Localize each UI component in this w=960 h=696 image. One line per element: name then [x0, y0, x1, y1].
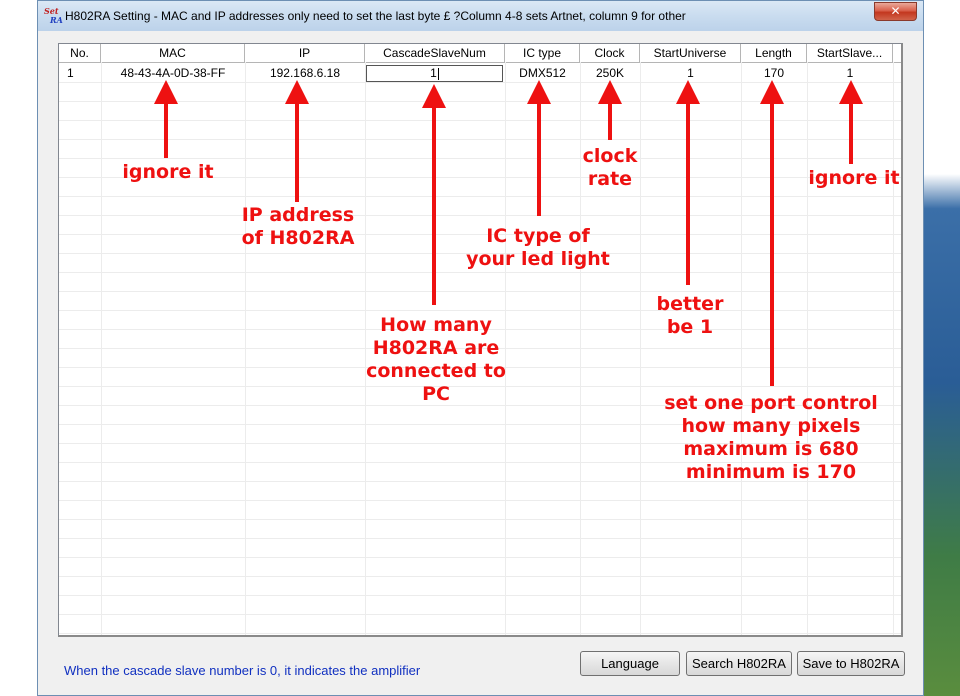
annotation-ic-type: IC type of your led light — [456, 225, 620, 271]
close-button[interactable]: ✕ — [874, 2, 917, 21]
grid-row-line — [59, 120, 901, 121]
cell-cascade: 1 — [430, 66, 437, 80]
annotation-line: your led light — [466, 248, 610, 270]
annotation-line: better — [656, 293, 724, 315]
grid-row-line — [59, 538, 901, 539]
cell-no[interactable]: 1 — [67, 64, 74, 82]
annotation-line: of H802RA — [241, 227, 355, 249]
annotation-clock: clock rate — [566, 145, 654, 191]
grid-row-line — [59, 310, 901, 311]
column-header-length[interactable]: Length — [741, 44, 807, 62]
annotation-start-slave: ignore it — [796, 167, 912, 190]
grid-row-line — [59, 557, 901, 558]
grid-row-line — [59, 633, 901, 634]
annotation-line: ignore it — [808, 167, 900, 189]
grid-row-line — [59, 82, 901, 83]
grid-row-line — [59, 500, 901, 501]
desktop-right — [924, 0, 960, 696]
column-header-start-universe[interactable]: StartUniverse — [640, 44, 741, 62]
cascade-edit-field[interactable]: 1 — [366, 65, 503, 82]
annotation-line: connected to — [366, 360, 506, 382]
grid-header: No. MAC IP CascadeSlaveNum IC type Clock… — [59, 44, 901, 63]
window-title: H802RA Setting - MAC and IP addresses on… — [65, 9, 686, 23]
grid-row-line — [59, 576, 901, 577]
title-bar[interactable]: Set RA H802RA Setting - MAC and IP addre… — [38, 1, 923, 31]
grid-row-line — [59, 272, 901, 273]
annotation-length: set one port control how many pixels max… — [650, 392, 892, 484]
search-h802ra-button[interactable]: Search H802RA — [686, 651, 792, 676]
grid-row-line — [59, 291, 901, 292]
cell-start-slave[interactable]: 1 — [807, 64, 893, 82]
status-message: When the cascade slave number is 0, it i… — [64, 663, 421, 678]
language-button[interactable]: Language — [580, 651, 680, 676]
cell-start-universe[interactable]: 1 — [640, 64, 741, 82]
annotation-line: clock — [582, 145, 638, 167]
app-icon: Set RA — [44, 7, 63, 25]
save-to-h802ra-button[interactable]: Save to H802RA — [797, 651, 905, 676]
close-icon: ✕ — [890, 4, 901, 18]
cell-clock[interactable]: 250K — [580, 64, 640, 82]
text-caret — [437, 67, 439, 80]
grid-row-line — [59, 614, 901, 615]
annotation-line: H802RA are — [372, 337, 500, 359]
column-header-ic-type[interactable]: IC type — [505, 44, 580, 62]
cell-mac[interactable]: 48-43-4A-0D-38-FF — [101, 64, 245, 82]
grid-row-line — [59, 196, 901, 197]
grid-row-line — [59, 595, 901, 596]
annotation-line: minimum is 170 — [685, 461, 857, 483]
cell-ic-type[interactable]: DMX512 — [505, 64, 580, 82]
annotation-line: set one port control — [664, 392, 878, 414]
grid-row-line — [59, 101, 901, 102]
annotation-line: rate — [587, 168, 633, 190]
column-header-no[interactable]: No. — [59, 44, 101, 62]
cell-ip[interactable]: 192.168.6.18 — [245, 64, 365, 82]
annotation-ip: IP address of H802RA — [228, 204, 368, 250]
annotation-line: how many pixels — [681, 415, 861, 437]
column-header-cascade[interactable]: CascadeSlaveNum — [365, 44, 505, 62]
annotation-line: maximum is 680 — [683, 438, 859, 460]
grid-row-line — [59, 215, 901, 216]
grid-row-line — [59, 139, 901, 140]
annotation-line: be 1 — [666, 316, 714, 338]
annotation-cascade: How many H802RA are connected to PC — [356, 314, 516, 406]
cell-length[interactable]: 170 — [741, 64, 807, 82]
annotation-start-universe: better be 1 — [640, 293, 740, 339]
annotation-line: ignore it — [122, 161, 214, 183]
column-header-ip[interactable]: IP — [245, 44, 365, 62]
column-header-start-slave[interactable]: StartSlave... — [807, 44, 893, 62]
annotation-line: How many — [380, 314, 492, 336]
app-icon-text-bottom: RA — [50, 15, 63, 25]
annotation-line: PC — [422, 383, 450, 405]
annotation-mac: ignore it — [110, 161, 226, 184]
grid-row-line — [59, 158, 901, 159]
column-header-clock[interactable]: Clock — [580, 44, 640, 62]
column-header-mac[interactable]: MAC — [101, 44, 245, 62]
annotation-line: IC type of — [486, 225, 590, 247]
desktop-left — [0, 0, 37, 696]
grid-row-line — [59, 519, 901, 520]
annotation-line: IP address — [241, 204, 355, 226]
